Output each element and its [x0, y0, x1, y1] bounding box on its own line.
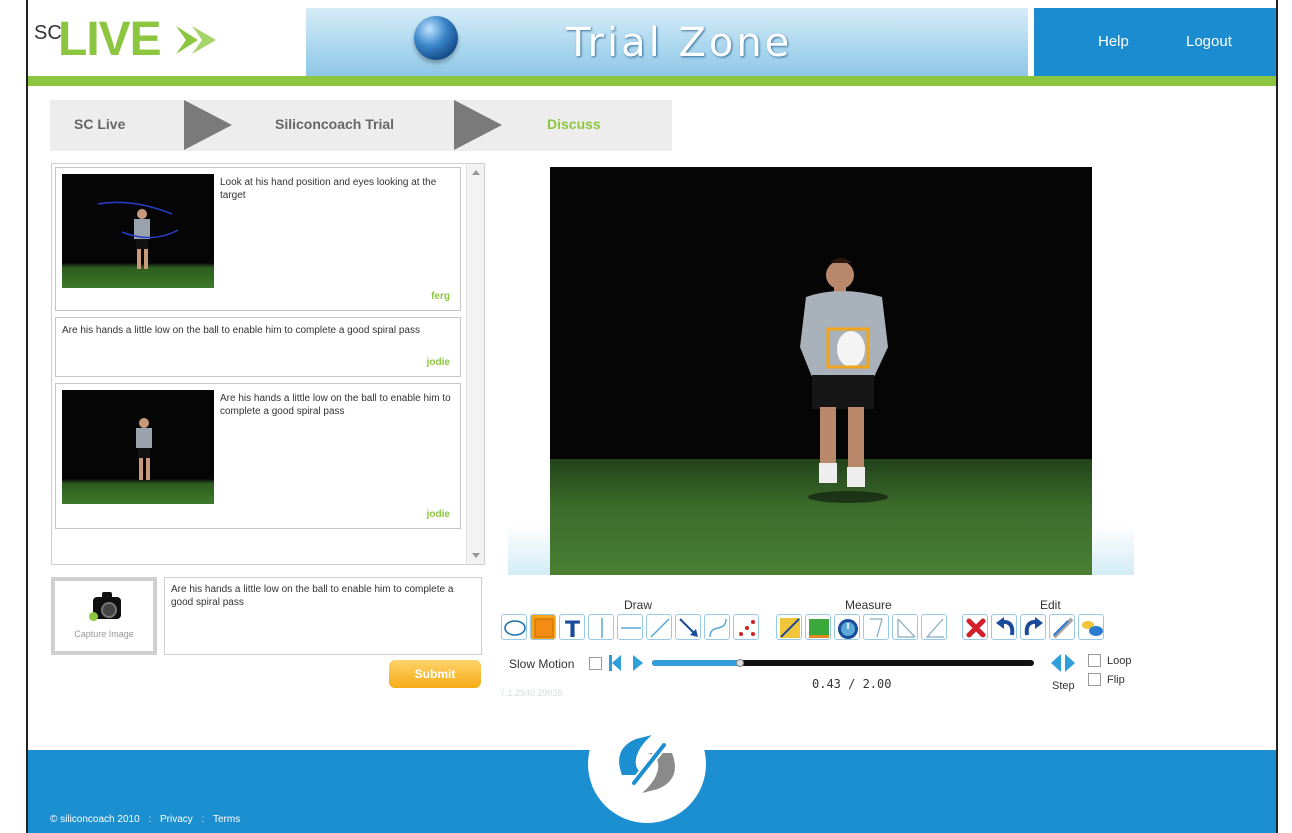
window-left-border	[0, 0, 28, 833]
step-label: Step	[1052, 680, 1075, 692]
top-nav: Help Logout	[1034, 8, 1276, 76]
player-thumbnail-image	[97, 201, 179, 269]
comment-author: ferg	[431, 291, 450, 302]
footer-separator: :	[201, 814, 205, 825]
measure-label: Measure	[845, 598, 892, 612]
slow-motion-checkbox[interactable]	[589, 657, 602, 670]
footer-separator: :	[148, 814, 152, 825]
copyright-text: © siliconcoach 2010	[50, 814, 140, 825]
svg-text:T: T	[565, 618, 580, 641]
app-root: SC LIVE Trial Zone Help Logout SC Live S…	[0, 0, 1292, 833]
scroll-up-icon[interactable]	[472, 170, 480, 175]
breadcrumb-arrow-icon	[184, 100, 232, 150]
comment-list[interactable]: Look at his hand position and eyes looki…	[51, 163, 485, 565]
window-right-border	[1276, 0, 1292, 833]
comment-item: Are his hands a little low on the ball t…	[55, 317, 461, 377]
delete-icon[interactable]	[962, 614, 988, 640]
comment-thumbnail[interactable]	[62, 390, 214, 504]
comment-text: Look at his hand position and eyes looki…	[220, 177, 437, 201]
rectangle-icon[interactable]	[530, 614, 556, 640]
stopwatch-icon[interactable]	[834, 614, 860, 640]
siliconcoach-logo-icon	[588, 705, 706, 823]
comment-author: jodie	[426, 357, 450, 368]
ellipse-icon[interactable]	[501, 614, 527, 640]
comment-item: Are his hands a little low on the ball t…	[55, 383, 461, 529]
comment-scrollbar[interactable]	[466, 164, 484, 564]
footer: © siliconcoach 2010 : Privacy : Terms	[28, 705, 1276, 833]
page-title: Trial Zone	[566, 20, 793, 66]
comment-author: jodie	[426, 509, 450, 520]
globe-icon	[414, 16, 458, 60]
pen-icon[interactable]	[1049, 614, 1075, 640]
header: SC LIVE Trial Zone Help Logout	[28, 0, 1276, 76]
time-readout: 0.43 / 2.00	[812, 677, 892, 691]
vertical-line-icon[interactable]	[588, 614, 614, 640]
breadcrumb-arrow-icon	[454, 100, 502, 150]
player-thumbnail-image	[136, 418, 152, 480]
breadcrumb-siliconcoach-trial[interactable]: Siliconcoach Trial	[275, 116, 394, 132]
text-icon[interactable]: T	[559, 614, 585, 643]
terms-link[interactable]: Terms	[213, 814, 240, 825]
help-link[interactable]: Help	[1098, 33, 1129, 50]
edit-label: Edit	[1040, 598, 1061, 612]
breadcrumb-sc-live[interactable]: SC Live	[74, 116, 125, 132]
loop-label: Loop	[1107, 655, 1132, 667]
color-icon[interactable]	[1078, 614, 1104, 640]
loop-checkbox[interactable]	[1088, 654, 1101, 667]
right-angle-icon[interactable]	[892, 614, 918, 640]
capture-image-label: Capture Image	[74, 629, 134, 639]
capture-image-button[interactable]: Capture Image	[51, 577, 157, 655]
logout-link[interactable]: Logout	[1186, 33, 1232, 50]
comment-input[interactable]: Are his hands a little low on the ball t…	[164, 577, 482, 655]
version-text: 7.1.2940.29038	[500, 688, 563, 698]
area-icon[interactable]	[805, 614, 831, 640]
ruler-icon[interactable]	[776, 614, 802, 640]
angle-open-icon[interactable]	[921, 614, 947, 640]
flip-checkbox[interactable]	[1088, 673, 1101, 686]
comment-text: Are his hands a little low on the ball t…	[62, 325, 420, 336]
curve-icon[interactable]	[704, 614, 730, 640]
slow-motion-label: Slow Motion	[509, 657, 575, 671]
timeline-progress	[652, 660, 740, 666]
angle-icon[interactable]	[863, 614, 889, 640]
video-player[interactable]	[550, 167, 1092, 575]
rugby-player-image	[800, 258, 888, 503]
breadcrumb: SC Live Siliconcoach Trial Discuss	[50, 100, 672, 151]
breadcrumb-discuss: Discuss	[547, 116, 601, 132]
comment-item: Look at his hand position and eyes looki…	[55, 167, 461, 311]
skip-to-start-icon[interactable]	[609, 653, 621, 673]
add-dot-icon	[89, 612, 98, 621]
privacy-link[interactable]: Privacy	[160, 814, 193, 825]
timeline-scrubber[interactable]	[736, 659, 744, 667]
draw-label: Draw	[624, 598, 653, 612]
comment-text: Are his hands a little low on the ball t…	[220, 393, 451, 417]
line-icon[interactable]	[646, 614, 672, 640]
sc-live-logo[interactable]: SC LIVE	[28, 0, 306, 76]
horizontal-line-icon[interactable]	[617, 614, 643, 640]
comment-thumbnail[interactable]	[62, 174, 214, 288]
logo-live-text: LIVE	[58, 13, 162, 66]
trial-zone-banner: Trial Zone	[306, 8, 1028, 76]
undo-icon[interactable]	[991, 614, 1017, 640]
footer-links: © siliconcoach 2010 : Privacy : Terms	[50, 814, 246, 825]
dots-icon[interactable]	[733, 614, 759, 640]
arrow-icon[interactable]	[675, 614, 701, 640]
header-divider	[28, 76, 1276, 86]
play-icon[interactable]	[632, 653, 644, 673]
flip-label: Flip	[1107, 674, 1125, 686]
scroll-down-icon[interactable]	[472, 553, 480, 558]
step-arrows-icon[interactable]	[1049, 653, 1077, 673]
video-stage	[508, 167, 1134, 575]
submit-button[interactable]: Submit	[389, 660, 481, 688]
redo-icon[interactable]	[1020, 614, 1046, 640]
logo-arrow-icon	[176, 26, 216, 54]
